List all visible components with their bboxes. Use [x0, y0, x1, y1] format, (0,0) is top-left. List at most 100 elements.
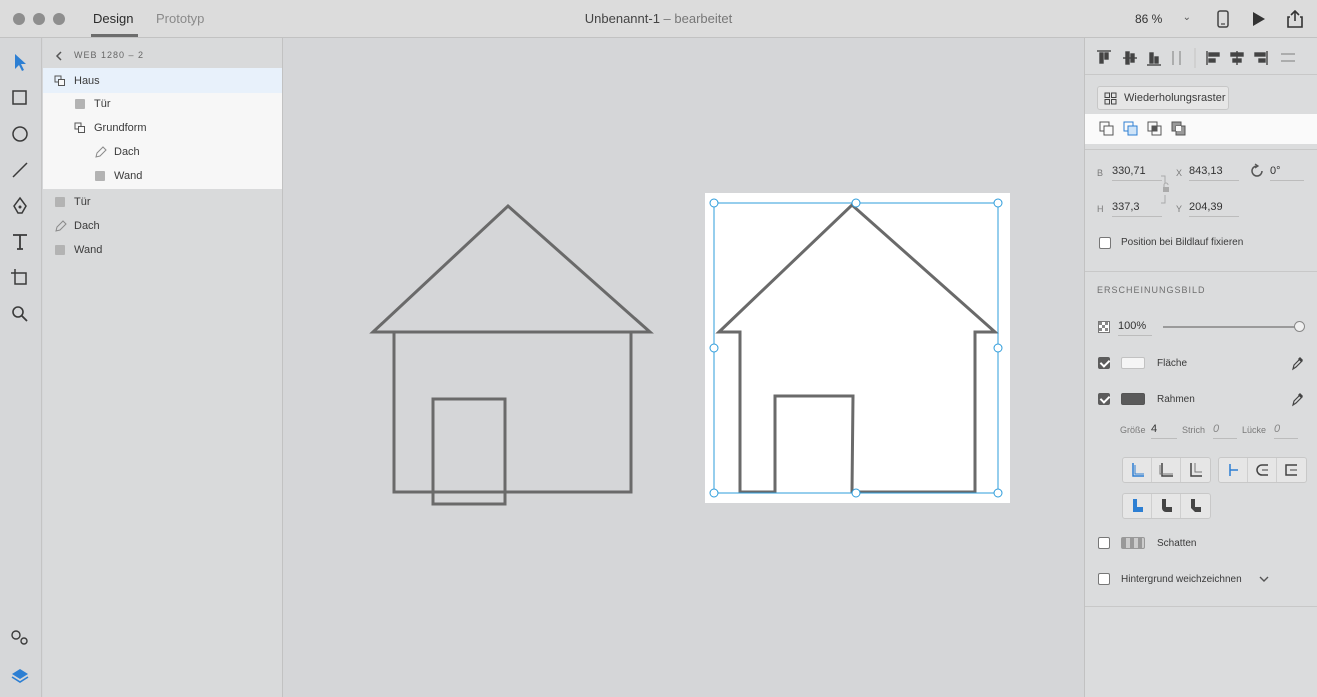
height-label: H: [1097, 204, 1104, 214]
resize-handle: [993, 343, 1003, 353]
resize-handle: [993, 488, 1003, 498]
cap-square-button[interactable]: [1277, 458, 1306, 482]
align-left-icon: [1206, 51, 1220, 65]
stroke-outer-button[interactable]: [1181, 458, 1210, 482]
line-tool-icon[interactable]: [10, 160, 30, 180]
pen-tool-icon[interactable]: [10, 196, 30, 216]
opacity-slider[interactable]: [1163, 321, 1305, 332]
cap-butt-button[interactable]: [1219, 458, 1248, 482]
zoom-tool-icon[interactable]: [10, 304, 30, 324]
boolean-intersect-icon[interactable]: [1147, 121, 1163, 137]
tool-bar: [0, 38, 42, 697]
layer-label: Haus: [74, 75, 100, 87]
zoom-window-button[interactable]: [53, 13, 65, 25]
repeat-grid-label: Wiederholungsraster: [1124, 92, 1226, 104]
fill-checkbox[interactable]: [1098, 357, 1110, 369]
layer-row[interactable]: Dach: [43, 140, 282, 164]
chevron-down-icon[interactable]: [1259, 575, 1269, 583]
text-tool-icon[interactable]: [10, 232, 30, 252]
assets-icon[interactable]: [10, 628, 30, 648]
opacity-slider-handle[interactable]: [1294, 321, 1305, 332]
rectangle-icon: [55, 245, 65, 255]
join-bevel-button[interactable]: [1181, 494, 1210, 518]
opacity-icon: [1098, 321, 1110, 333]
layer-row[interactable]: Grundform: [43, 116, 282, 140]
stroke-position-group: [1122, 457, 1211, 483]
chevron-down-icon: ⌄: [1182, 12, 1191, 23]
y-input[interactable]: 204,39: [1189, 201, 1239, 217]
height-input[interactable]: 337,3: [1112, 201, 1162, 217]
gap-input[interactable]: 0: [1274, 423, 1298, 439]
dash-label: Strich: [1182, 425, 1206, 435]
border-checkbox[interactable]: [1098, 393, 1110, 405]
rectangle-tool-icon[interactable]: [10, 88, 30, 108]
layers-panel: WEB 1280 – 2 Haus Tür Grundform Dach Wan…: [43, 38, 283, 697]
layer-row[interactable]: Tür: [43, 92, 282, 116]
repeat-grid-button[interactable]: Wiederholungsraster: [1097, 86, 1229, 110]
ellipse-tool-icon[interactable]: [10, 124, 30, 144]
stroke-inner-button[interactable]: [1123, 458, 1152, 482]
border-label: Rahmen: [1157, 394, 1195, 405]
layers-icon[interactable]: [10, 666, 30, 686]
width-input[interactable]: 330,71: [1112, 165, 1162, 181]
background-blur-checkbox[interactable]: [1098, 573, 1110, 585]
select-tool-icon[interactable]: [10, 52, 30, 72]
background-blur-label[interactable]: Hintergrund weichzeichnen: [1121, 574, 1242, 585]
shadow-swatch[interactable]: [1121, 537, 1145, 549]
eyedropper-icon[interactable]: [1291, 355, 1305, 371]
play-preview-icon[interactable]: [1251, 10, 1267, 28]
fix-position-checkbox[interactable]: [1099, 237, 1111, 249]
door-shape: [431, 397, 507, 506]
house-shapes-left[interactable]: [369, 203, 654, 506]
align-right-icon: [1254, 51, 1268, 65]
share-icon[interactable]: [1286, 10, 1304, 28]
boolean-exclude-icon[interactable]: [1171, 121, 1187, 137]
cap-round-button[interactable]: [1248, 458, 1277, 482]
boolean-add-icon[interactable]: [1099, 121, 1115, 137]
artboard: [705, 193, 1010, 503]
join-miter-button[interactable]: [1123, 494, 1152, 518]
stroke-size-label: Größe: [1120, 425, 1146, 435]
stroke-center-button[interactable]: [1152, 458, 1181, 482]
group-icon: [74, 122, 85, 133]
layer-label: Wand: [114, 170, 143, 182]
layer-row-haus[interactable]: Haus: [43, 68, 282, 93]
canvas-drawing: [369, 193, 1010, 506]
rotation-input[interactable]: 0°: [1270, 165, 1304, 181]
join-round-button[interactable]: [1152, 494, 1181, 518]
close-window-button[interactable]: [13, 13, 25, 25]
rotate-icon: [1251, 163, 1263, 177]
chevron-left-icon[interactable]: [55, 51, 63, 61]
artboard-title[interactable]: WEB 1280 – 2: [74, 50, 144, 60]
gap-label: Lücke: [1242, 425, 1267, 435]
layer-row[interactable]: Wand: [43, 237, 282, 261]
boolean-subtract-icon[interactable]: [1123, 121, 1139, 137]
layer-row[interactable]: Tür: [43, 189, 282, 213]
document-name: Unbenannt-1: [584, 11, 660, 26]
opacity-input[interactable]: 100%: [1118, 320, 1152, 336]
cap-round-icon: [1256, 464, 1268, 476]
tab-prototype[interactable]: Prototyp: [156, 11, 204, 26]
stroke-size-input[interactable]: 4: [1151, 423, 1177, 439]
rectangle-icon: [55, 197, 65, 207]
align-top-icon: [1097, 50, 1111, 64]
border-swatch[interactable]: [1121, 393, 1145, 405]
artboard-tool-icon[interactable]: [10, 268, 30, 288]
roof-shape: [369, 203, 654, 334]
eyedropper-icon[interactable]: [1291, 391, 1305, 407]
appearance-title: ERSCHEINUNGSBILD: [1097, 285, 1206, 295]
x-input[interactable]: 843,13: [1189, 165, 1239, 181]
zoom-dropdown[interactable]: 86 % ⌄: [1125, 8, 1201, 30]
mobile-preview-icon[interactable]: [1217, 10, 1229, 28]
wall-shape: [392, 330, 633, 494]
repeat-grid-icon: [1104, 92, 1117, 105]
layer-label: Grundform: [94, 122, 147, 134]
layer-row[interactable]: Dach: [43, 213, 282, 237]
tab-design[interactable]: Design: [93, 11, 133, 26]
canvas[interactable]: [284, 38, 1083, 697]
dash-input[interactable]: 0: [1213, 423, 1237, 439]
shadow-checkbox[interactable]: [1098, 537, 1110, 549]
layer-row[interactable]: Wand: [43, 164, 282, 188]
fill-swatch[interactable]: [1121, 357, 1145, 369]
minimize-window-button[interactable]: [33, 13, 45, 25]
